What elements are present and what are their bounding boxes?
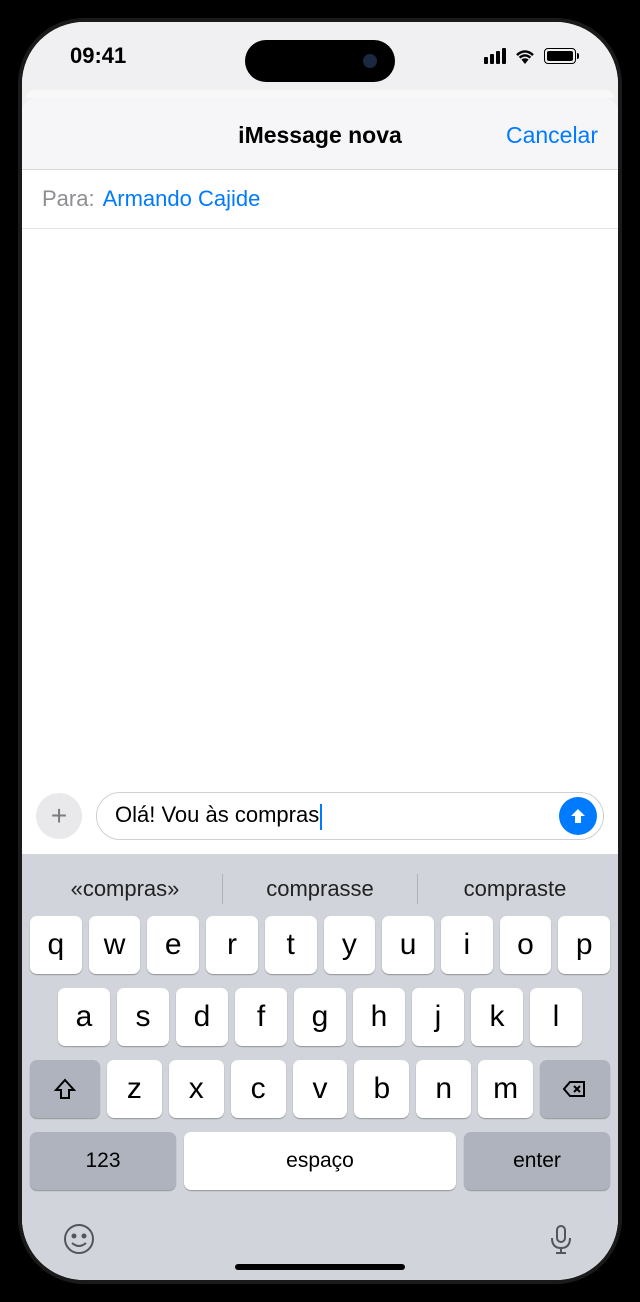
space-key[interactable]: espaço bbox=[184, 1132, 456, 1190]
shift-key[interactable] bbox=[30, 1060, 100, 1118]
key-r[interactable]: r bbox=[206, 916, 258, 974]
key-g[interactable]: g bbox=[294, 988, 346, 1046]
nav-title: iMessage nova bbox=[238, 122, 402, 149]
sheet-peek bbox=[26, 90, 614, 98]
key-j[interactable]: j bbox=[412, 988, 464, 1046]
compose-bar: + Olá! Vou às compras bbox=[22, 782, 618, 854]
keyboard: «compras» comprasse compraste q w e r t … bbox=[22, 854, 618, 1280]
prediction-bar: «compras» comprasse compraste bbox=[28, 862, 612, 916]
arrow-up-icon bbox=[568, 806, 588, 826]
key-w[interactable]: w bbox=[89, 916, 141, 974]
key-u[interactable]: u bbox=[382, 916, 434, 974]
add-attachment-button[interactable]: + bbox=[36, 793, 82, 839]
cellular-signal-icon bbox=[484, 48, 506, 64]
key-v[interactable]: v bbox=[293, 1060, 348, 1118]
key-d[interactable]: d bbox=[176, 988, 228, 1046]
numbers-key[interactable]: 123 bbox=[30, 1132, 176, 1190]
key-y[interactable]: y bbox=[324, 916, 376, 974]
camera-lens-icon bbox=[363, 54, 377, 68]
key-n[interactable]: n bbox=[416, 1060, 471, 1118]
text-cursor bbox=[320, 804, 322, 830]
shift-icon bbox=[52, 1076, 78, 1102]
prediction-3[interactable]: compraste bbox=[418, 876, 612, 902]
emoji-icon[interactable] bbox=[62, 1222, 96, 1256]
key-h[interactable]: h bbox=[353, 988, 405, 1046]
key-s[interactable]: s bbox=[117, 988, 169, 1046]
backspace-key[interactable] bbox=[540, 1060, 610, 1118]
prediction-2[interactable]: comprasse bbox=[223, 876, 417, 902]
key-o[interactable]: o bbox=[500, 916, 552, 974]
cancel-button[interactable]: Cancelar bbox=[506, 122, 598, 149]
key-row-1: q w e r t y u i o p bbox=[28, 916, 612, 974]
enter-key[interactable]: enter bbox=[464, 1132, 610, 1190]
key-a[interactable]: a bbox=[58, 988, 110, 1046]
messages-area[interactable] bbox=[22, 229, 618, 782]
key-e[interactable]: e bbox=[147, 916, 199, 974]
key-row-2: a s d f g h j k l bbox=[28, 988, 612, 1046]
plus-icon: + bbox=[51, 800, 67, 832]
key-q[interactable]: q bbox=[30, 916, 82, 974]
key-x[interactable]: x bbox=[169, 1060, 224, 1118]
nav-header: iMessage nova Cancelar bbox=[22, 98, 618, 170]
to-recipient[interactable]: Armando Cajide bbox=[103, 186, 261, 212]
key-p[interactable]: p bbox=[558, 916, 610, 974]
key-row-3: z x c v b n m bbox=[28, 1060, 612, 1118]
message-input[interactable]: Olá! Vou às compras bbox=[96, 792, 604, 840]
key-k[interactable]: k bbox=[471, 988, 523, 1046]
phone-frame: 09:41 iMessage nova Can bbox=[0, 0, 640, 1302]
home-indicator[interactable] bbox=[235, 1264, 405, 1270]
backspace-icon bbox=[562, 1076, 588, 1102]
to-label: Para: bbox=[42, 186, 95, 212]
microphone-icon[interactable] bbox=[544, 1222, 578, 1256]
wifi-icon bbox=[514, 48, 536, 64]
key-l[interactable]: l bbox=[530, 988, 582, 1046]
prediction-1[interactable]: «compras» bbox=[28, 876, 222, 902]
key-z[interactable]: z bbox=[107, 1060, 162, 1118]
dynamic-island bbox=[245, 40, 395, 82]
to-field[interactable]: Para: Armando Cajide bbox=[22, 170, 618, 229]
key-f[interactable]: f bbox=[235, 988, 287, 1046]
key-c[interactable]: c bbox=[231, 1060, 286, 1118]
status-time: 09:41 bbox=[70, 43, 126, 69]
key-row-4: 123 espaço enter bbox=[28, 1132, 612, 1190]
message-text: Olá! Vou às compras bbox=[115, 802, 319, 827]
key-b[interactable]: b bbox=[354, 1060, 409, 1118]
key-t[interactable]: t bbox=[265, 916, 317, 974]
battery-icon bbox=[544, 48, 576, 64]
key-i[interactable]: i bbox=[441, 916, 493, 974]
key-m[interactable]: m bbox=[478, 1060, 533, 1118]
send-button[interactable] bbox=[559, 797, 597, 835]
